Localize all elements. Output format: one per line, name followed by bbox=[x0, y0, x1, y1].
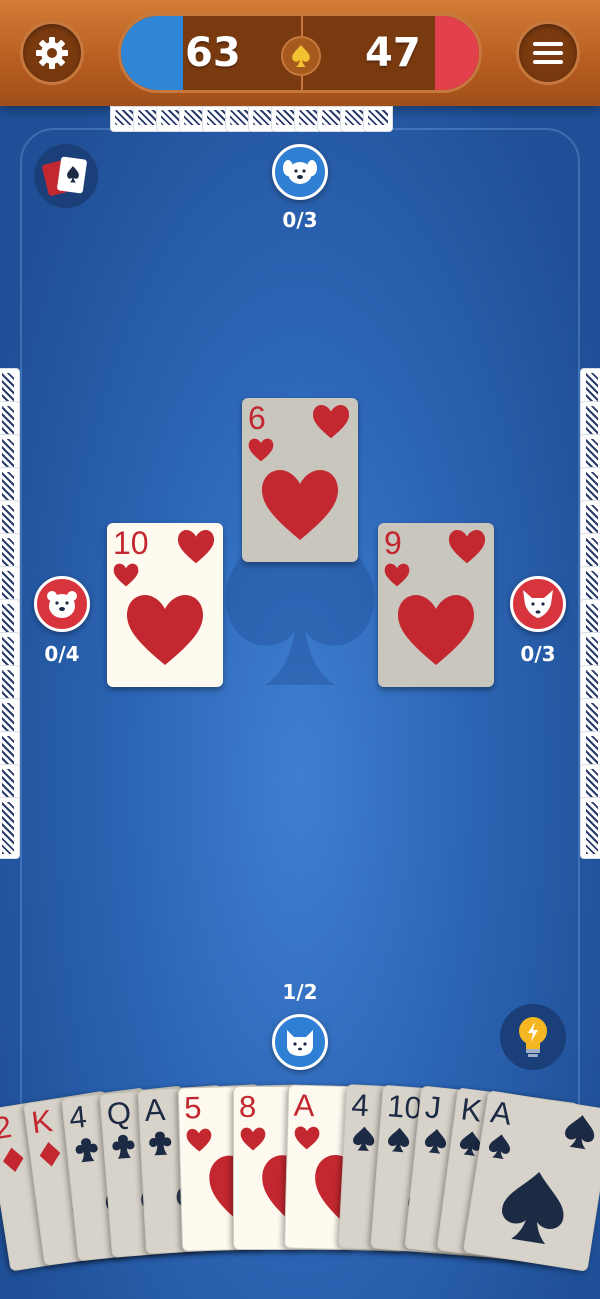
team-blue-indicator bbox=[121, 16, 183, 90]
menu-button[interactable] bbox=[516, 21, 580, 85]
hearts-icon bbox=[127, 595, 203, 665]
gear-icon bbox=[36, 37, 68, 69]
cat-icon bbox=[287, 1030, 313, 1056]
card-rank: 8 bbox=[239, 1089, 257, 1124]
lightbulb-icon bbox=[519, 1017, 547, 1057]
hearts-icon bbox=[186, 1128, 212, 1152]
hearts-icon bbox=[384, 563, 410, 587]
card-back bbox=[363, 106, 393, 132]
hand-card[interactable]: A bbox=[462, 1090, 600, 1272]
north-bid: 0/3 bbox=[282, 208, 318, 232]
settings-button[interactable] bbox=[20, 21, 84, 85]
card-rank: 9 bbox=[384, 525, 402, 561]
top-bar: 63 47 bbox=[0, 0, 600, 106]
hamburger-icon bbox=[533, 42, 563, 64]
hearts-icon bbox=[113, 563, 139, 587]
clubs-icon bbox=[149, 1131, 172, 1156]
card-rank: K bbox=[29, 1103, 55, 1141]
card-rank: A bbox=[293, 1087, 315, 1124]
hint-button[interactable] bbox=[500, 1004, 566, 1070]
team-blue-score: 63 bbox=[185, 30, 241, 76]
trick-card-east: 9 bbox=[378, 523, 494, 687]
deck-button[interactable] bbox=[34, 144, 98, 208]
east-bid: 0/3 bbox=[520, 642, 556, 666]
card-rank: 4 bbox=[350, 1087, 370, 1124]
south-player-avatar[interactable] bbox=[272, 1014, 328, 1070]
card-rank: Q bbox=[105, 1094, 133, 1132]
card-rank: J bbox=[423, 1089, 443, 1126]
clubs-icon bbox=[112, 1134, 135, 1159]
west-player-avatar[interactable] bbox=[34, 576, 90, 632]
hearts-icon bbox=[240, 1127, 266, 1151]
team-red-score: 47 bbox=[365, 30, 421, 76]
score-spade-badge bbox=[281, 36, 321, 76]
north-player-avatar[interactable] bbox=[272, 144, 328, 200]
south-bid: 1/2 bbox=[282, 980, 318, 1004]
spades-icon bbox=[502, 1172, 564, 1245]
hearts-icon bbox=[248, 438, 274, 462]
score-board: 63 47 bbox=[118, 13, 482, 93]
spades-icon bbox=[488, 1134, 510, 1160]
card-rank: K bbox=[458, 1091, 484, 1129]
hearts-icon bbox=[262, 470, 338, 540]
card-rank: A bbox=[488, 1094, 515, 1132]
card-back bbox=[580, 797, 600, 859]
hearts-icon bbox=[294, 1126, 320, 1150]
clubs-icon bbox=[75, 1138, 98, 1163]
dog-icon bbox=[283, 160, 317, 184]
diamonds-icon bbox=[3, 1147, 24, 1172]
bear-icon bbox=[47, 591, 77, 618]
card-rank: 6 bbox=[248, 400, 266, 436]
hearts-icon bbox=[398, 595, 474, 665]
hearts-icon bbox=[177, 529, 215, 564]
cards-icon bbox=[42, 156, 87, 196]
spades-icon bbox=[388, 1127, 410, 1153]
team-red-indicator bbox=[435, 16, 479, 90]
diamonds-icon bbox=[39, 1142, 61, 1167]
spades-icon bbox=[353, 1127, 375, 1152]
spade-icon bbox=[292, 45, 310, 67]
card-rank: 5 bbox=[183, 1090, 202, 1126]
trick-card-west: 10 bbox=[107, 523, 223, 687]
card-rank: A bbox=[143, 1092, 167, 1129]
east-player-avatar[interactable] bbox=[510, 576, 566, 632]
card-rank: 2 bbox=[0, 1108, 15, 1147]
card-rank: 10 bbox=[113, 525, 149, 561]
card-back bbox=[0, 797, 20, 859]
trick-card-north: 6 bbox=[242, 398, 358, 562]
hearts-icon bbox=[448, 529, 486, 564]
fox-icon bbox=[523, 590, 553, 618]
west-bid: 0/4 bbox=[44, 642, 80, 666]
spades-icon bbox=[425, 1129, 447, 1154]
hearts-icon bbox=[312, 404, 350, 439]
card-rank: 4 bbox=[67, 1099, 89, 1136]
spades-icon bbox=[565, 1115, 595, 1150]
